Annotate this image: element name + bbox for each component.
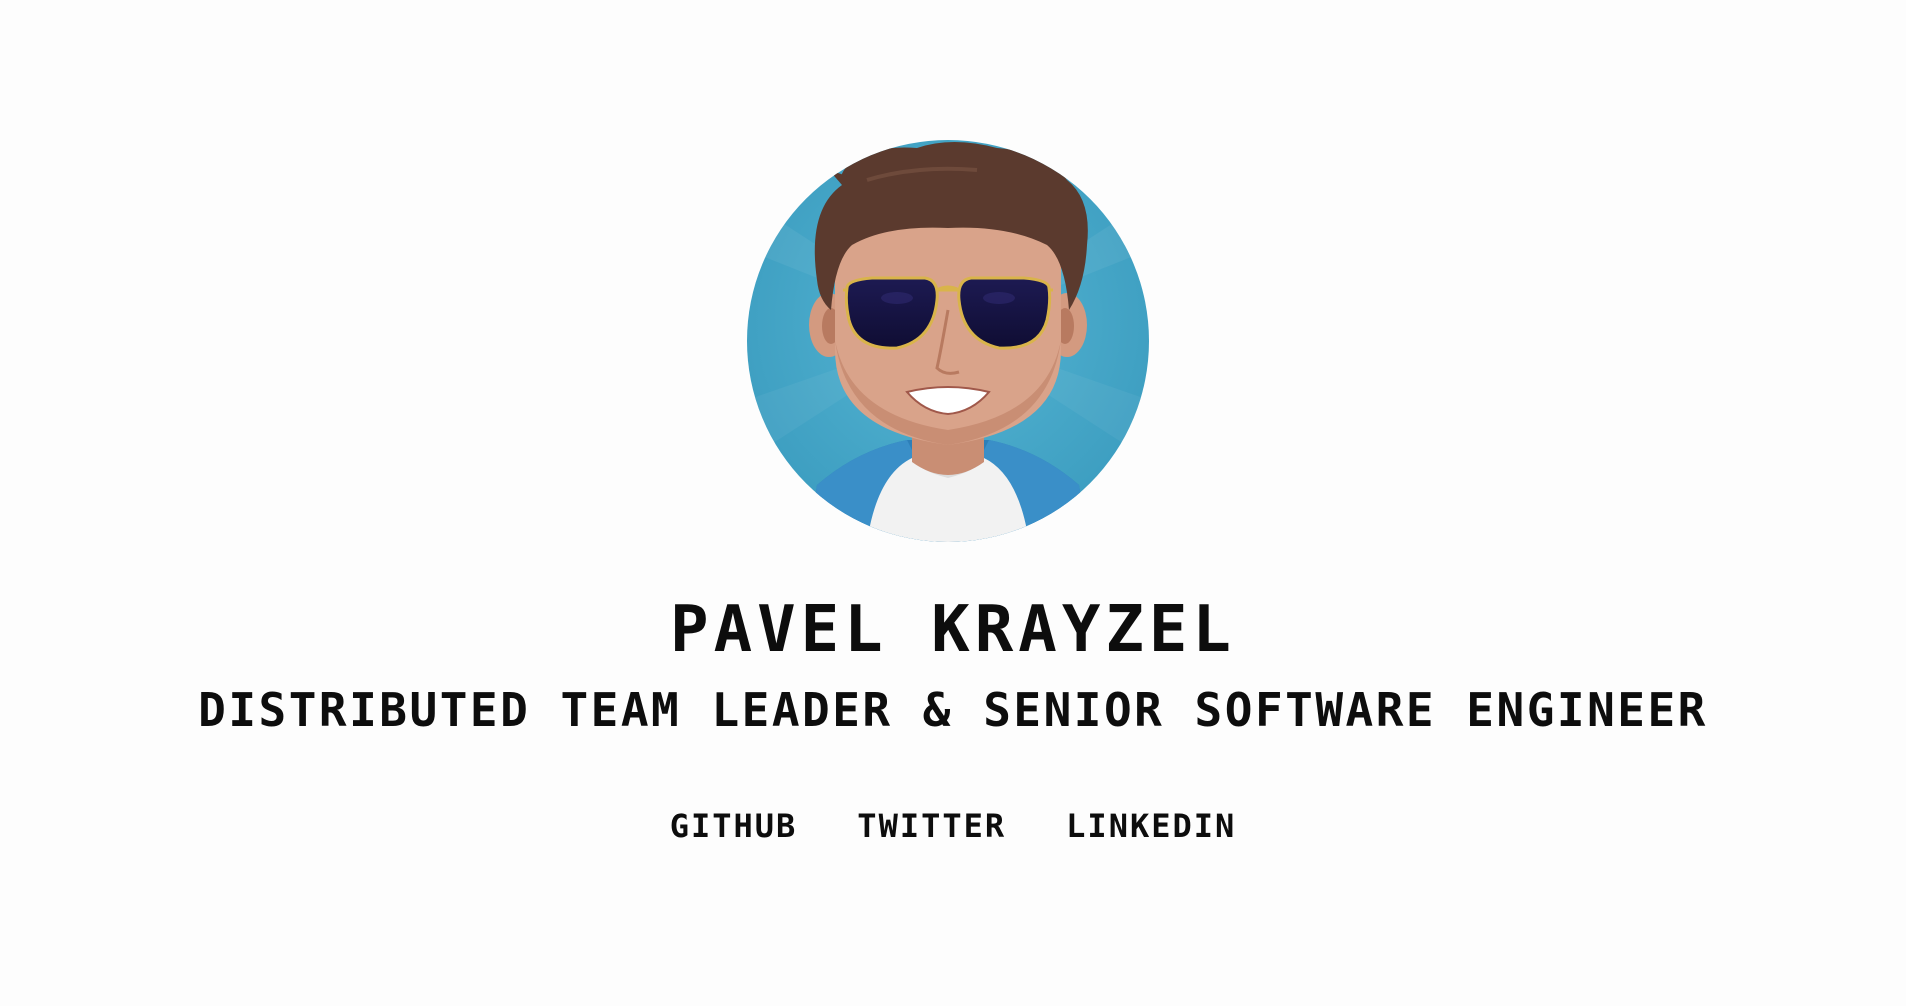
- avatar-illustration: [747, 140, 1149, 542]
- social-links: GITHUB TWITTER LINKEDIN: [0, 802, 1906, 850]
- avatar: [747, 140, 1149, 542]
- profile-page: PAVEL KRAYZEL DISTRIBUTED TEAM LEADER & …: [0, 0, 1906, 1006]
- profile-name: PAVEL KRAYZEL: [670, 593, 1236, 667]
- twitter-link[interactable]: TWITTER: [857, 802, 1006, 850]
- profile-role: DISTRIBUTED TEAM LEADER & SENIOR SOFTWAR…: [198, 683, 1708, 737]
- linkedin-link[interactable]: LINKEDIN: [1066, 802, 1236, 850]
- github-link[interactable]: GITHUB: [670, 802, 798, 850]
